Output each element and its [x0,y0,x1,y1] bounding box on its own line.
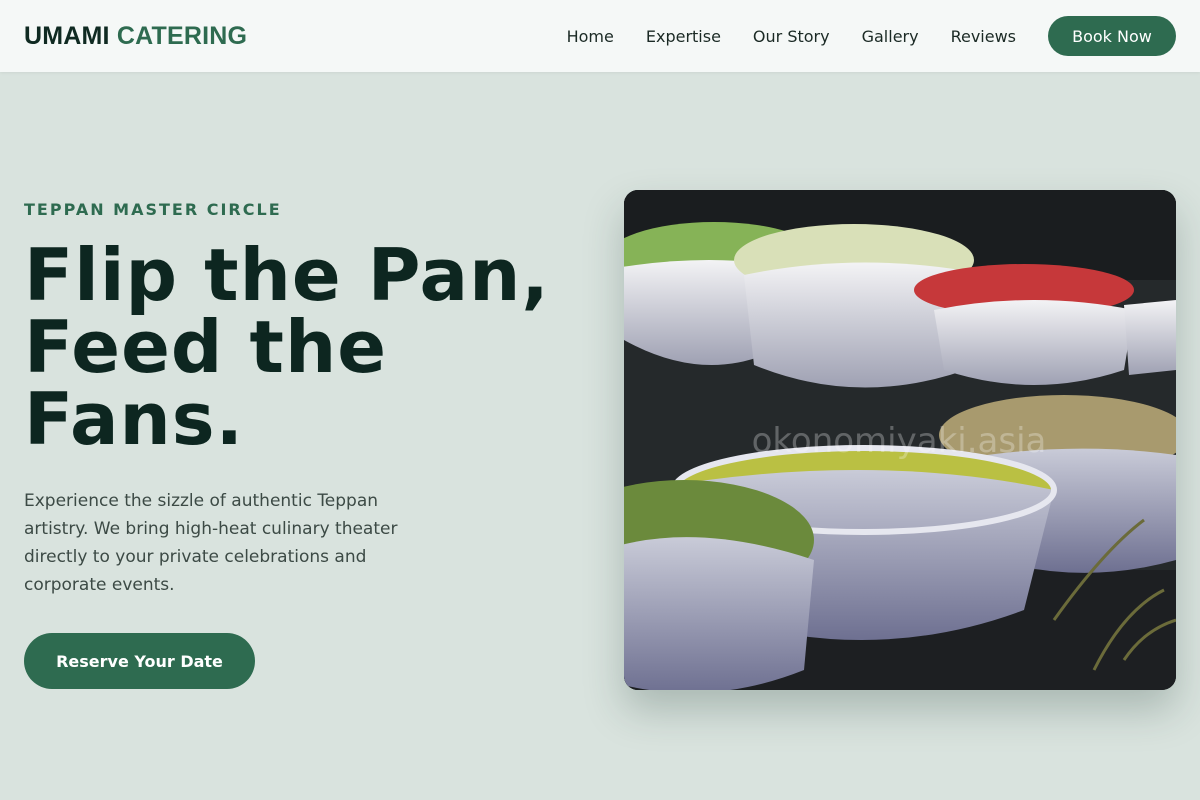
nav-link-reviews[interactable]: Reviews [951,27,1016,46]
nav-link-gallery[interactable]: Gallery [862,27,919,46]
hero-eyebrow: TEPPAN MASTER CIRCLE [24,200,282,219]
nav-link-home[interactable]: Home [567,27,614,46]
hero-description: Experience the sizzle of authentic Teppa… [24,491,398,595]
brand-logo[interactable]: UMAMI CATERING [24,22,247,51]
hero-headline: Flip the Pan, Feed the Fans. [24,233,550,461]
image-watermark: okonomiyaki.asia [752,421,1047,461]
main-nav: Home Expertise Our Story Gallery Reviews… [567,16,1176,56]
hero-food-image: okonomiyaki.asia [624,190,1176,690]
nav-link-expertise[interactable]: Expertise [646,27,721,46]
nav-link-our-story[interactable]: Our Story [753,27,830,46]
navbar: UMAMI CATERING Home Expertise Our Story … [0,0,1200,72]
reserve-date-button[interactable]: Reserve Your Date [24,633,255,689]
book-now-button[interactable]: Book Now [1048,16,1176,56]
hero-content: TEPPAN MASTER CIRCLE Flip the Pan, Feed … [24,200,584,689]
brand-name: UMAMI [24,21,110,50]
brand-name-accent: CATERING [116,21,248,50]
